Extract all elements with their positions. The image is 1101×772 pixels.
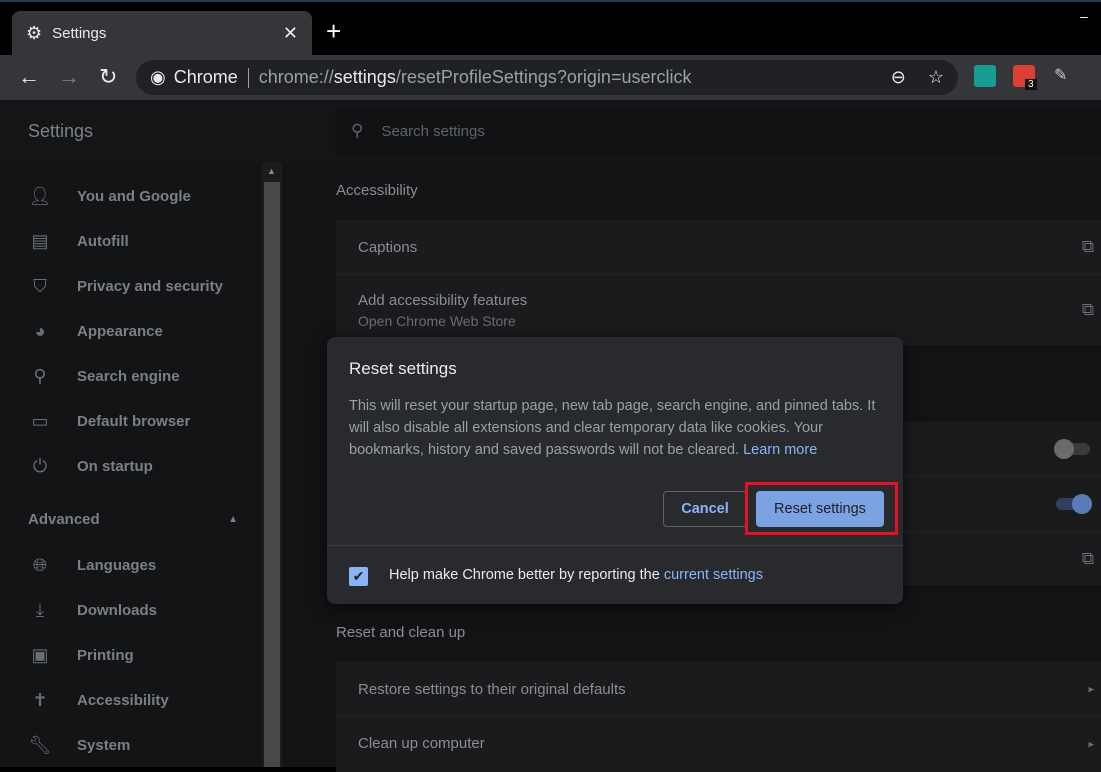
- globe-icon: 🌐︎: [32, 555, 48, 575]
- sidebar-item-downloads[interactable]: ⤓ Downloads: [28, 600, 157, 621]
- highlight-box: [745, 482, 898, 535]
- new-tab-button[interactable]: +: [326, 16, 341, 47]
- clipboard-icon: ▤: [31, 231, 49, 251]
- current-settings-link[interactable]: current settings: [664, 567, 763, 583]
- minimize-button[interactable]: –: [1080, 8, 1088, 24]
- palette-icon: ◕: [34, 321, 46, 341]
- extension-icon[interactable]: ✎: [1054, 65, 1076, 87]
- cancel-button[interactable]: Cancel: [663, 491, 747, 527]
- extension-icon[interactable]: [974, 65, 996, 87]
- external-link-icon: ⧉: [1081, 237, 1094, 256]
- section-heading: Accessibility: [336, 182, 418, 199]
- sidebar-item-accessibility[interactable]: ✝ Accessibility: [28, 690, 168, 711]
- sidebar-scrollbar[interactable]: ▲: [262, 162, 282, 767]
- printer-icon: ▣: [31, 645, 49, 665]
- search-icon: ⚲: [33, 366, 47, 386]
- report-checkbox-label: Help make Chrome better by reporting the…: [389, 567, 763, 583]
- person-icon: 👤︎: [28, 186, 52, 206]
- sidebar-item-default-browser[interactable]: ▭ Default browser: [28, 411, 190, 432]
- toggle-switch-off[interactable]: [1054, 439, 1090, 459]
- external-link-icon: ⧉: [1081, 300, 1094, 319]
- accessibility-card: Captions ⧉ Add accessibility features Open…: [336, 220, 1101, 345]
- tab-settings[interactable]: ⚙ Settings ✕: [12, 11, 312, 55]
- gear-icon: ⚙: [26, 22, 43, 43]
- reset-card: Restore settings to their original defau…: [336, 662, 1101, 772]
- external-link-icon: ⧉: [1081, 548, 1094, 568]
- sidebar-item-printing[interactable]: ▣ Printing: [28, 645, 133, 666]
- accessibility-icon: ✝: [32, 690, 48, 710]
- divider: [247, 67, 249, 88]
- sidebar-advanced-toggle[interactable]: Advanced ▲: [28, 511, 238, 528]
- star-icon[interactable]: ☆: [928, 67, 944, 88]
- forward-icon[interactable]: →: [58, 64, 80, 90]
- scroll-up-icon[interactable]: ▲: [267, 166, 276, 176]
- captions-row[interactable]: Captions ⧉: [336, 220, 1101, 274]
- shield-icon: ⛉: [33, 276, 47, 296]
- sidebar-item-search-engine[interactable]: ⚲ Search engine: [28, 366, 179, 387]
- extension-badge: 3: [1025, 79, 1037, 90]
- reload-icon[interactable]: ↻: [99, 64, 117, 90]
- page-title: Settings: [28, 121, 94, 141]
- divider: [327, 545, 903, 546]
- chevron-right-icon: ▸: [1088, 683, 1094, 696]
- chevron-right-icon: ▸: [1088, 738, 1094, 750]
- sidebar-item-languages[interactable]: 🌐︎ Languages: [28, 555, 156, 576]
- toggle-switch-on[interactable]: [1056, 494, 1092, 514]
- scrollbar-thumb[interactable]: [264, 182, 280, 767]
- todoist-extension-icon[interactable]: 3: [1013, 65, 1037, 90]
- sidebar-item-you-and-google[interactable]: 👤︎ You and Google: [28, 186, 191, 207]
- dialog-body: This will reset your startup page, new t…: [349, 398, 876, 458]
- dialog-title: Reset settings: [349, 359, 457, 378]
- close-tab-icon[interactable]: ✕: [283, 23, 298, 44]
- window-top-border: [0, 0, 1101, 2]
- sidebar-item-on-startup[interactable]: ⏻ On startup: [28, 456, 153, 477]
- back-icon[interactable]: ←: [18, 64, 40, 90]
- search-input[interactable]: ⚲ Search settings: [335, 108, 1101, 154]
- sidebar-item-autofill[interactable]: ▤ Autofill: [28, 231, 128, 252]
- chevron-up-icon: ▲: [228, 514, 238, 525]
- clean-up-row[interactable]: Clean up computer ▸: [336, 716, 1101, 770]
- search-icon: ⚲: [351, 121, 364, 140]
- sidebar: 👤︎ You and Google ▤ Autofill ⛉ Privacy and …: [0, 162, 262, 767]
- checkmark-icon: ✔: [352, 568, 365, 584]
- reset-settings-dialog: Reset settings This will reset your star…: [327, 337, 903, 604]
- browser-icon: ▭: [31, 411, 49, 431]
- download-icon: ⤓: [36, 600, 44, 620]
- sidebar-item-system[interactable]: 🔧︎ System: [28, 735, 131, 756]
- report-checkbox[interactable]: ✔: [349, 567, 368, 586]
- chrome-logo-icon: ◉: [150, 67, 166, 87]
- power-icon: ⏻: [32, 456, 48, 476]
- url-text[interactable]: chrome://settings/resetProfileSettings?o…: [259, 67, 692, 88]
- sidebar-item-privacy[interactable]: ⛉ Privacy and security: [28, 276, 223, 297]
- add-accessibility-row[interactable]: Add accessibility features Open Chrome We…: [336, 274, 1101, 345]
- sidebar-item-appearance[interactable]: ◕ Appearance: [28, 321, 163, 342]
- restore-defaults-row[interactable]: Restore settings to their original defau…: [336, 662, 1101, 716]
- tab-title: Settings: [52, 24, 107, 42]
- address-bar[interactable]: ◉ Chrome chrome://settings/resetProfileS…: [136, 60, 958, 95]
- section-heading: Reset and clean up: [336, 624, 466, 641]
- site-chip: Chrome: [173, 67, 238, 87]
- toolbar: ← → ↻ ◉ Chrome chrome://settings/resetPr…: [0, 55, 1101, 100]
- learn-more-link[interactable]: Learn more: [743, 442, 817, 458]
- zoom-icon[interactable]: ⊖: [891, 67, 906, 88]
- wrench-icon: 🔧︎: [28, 735, 52, 755]
- search-placeholder: Search settings: [381, 122, 485, 140]
